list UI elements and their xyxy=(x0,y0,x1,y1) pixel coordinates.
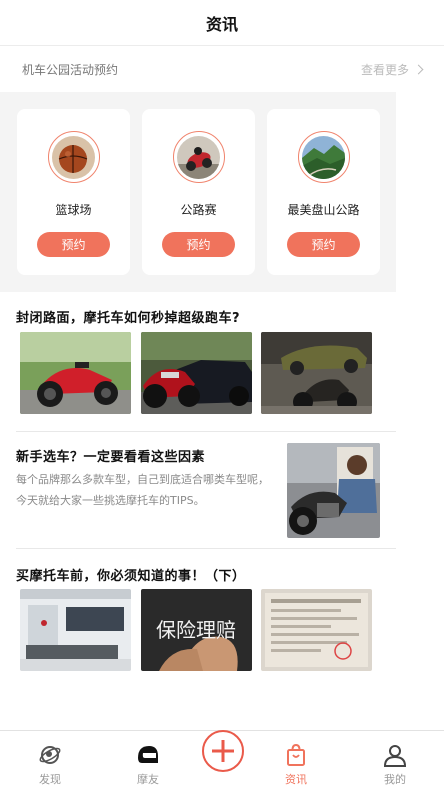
add-post-button[interactable] xyxy=(202,730,244,772)
tab-me[interactable]: 我的 xyxy=(365,731,425,794)
venue-card-mountain-road[interactable]: 最美盘山公路 预约 xyxy=(267,109,380,275)
chevron-right-icon xyxy=(413,64,424,74)
plus-icon xyxy=(212,740,234,762)
venue-avatar-ring xyxy=(47,131,100,183)
article-thumbnail[interactable]: 保险理赔 xyxy=(141,589,252,671)
article-thumbnail[interactable] xyxy=(20,332,131,414)
venue-avatar-ring xyxy=(297,131,350,183)
planet-icon xyxy=(39,746,61,764)
page-title: 资讯 xyxy=(205,14,238,34)
reserve-button[interactable]: 预约 xyxy=(37,232,110,257)
basketball-image xyxy=(52,135,95,179)
divider xyxy=(16,431,396,432)
bag-icon xyxy=(287,743,305,766)
tab-discover[interactable]: 发现 xyxy=(20,731,80,794)
reserve-button[interactable]: 预约 xyxy=(287,232,360,257)
road-race-image xyxy=(177,135,220,179)
tab-label: 发现 xyxy=(39,773,61,786)
tab-label: 资讯 xyxy=(285,773,307,786)
divider xyxy=(16,548,396,549)
thumb-caption: 保险理赔 xyxy=(156,618,236,642)
article-title[interactable]: 新手选车？一定要看看这些因素 xyxy=(16,446,205,465)
article-thumbnail[interactable] xyxy=(141,332,252,414)
venue-card-road-race[interactable]: 公路赛 预约 xyxy=(142,109,255,275)
venue-card-basketball[interactable]: 篮球场 预约 xyxy=(17,109,130,275)
tab-label: 摩友 xyxy=(137,773,159,786)
helmet-icon xyxy=(138,746,158,763)
article-title[interactable]: 封闭路面，摩托车如何秒掉超级跑车? xyxy=(16,307,240,326)
section-label: 机车公园活动预约 xyxy=(22,62,119,77)
venue-cards-panel: 篮球场 预约 公路赛 预约 最美盘山公路 预约 xyxy=(0,92,396,292)
section-header: 机车公园活动预约 查看更多 xyxy=(0,46,444,92)
venue-name: 公路赛 xyxy=(180,203,217,217)
venue-name: 最美盘山公路 xyxy=(287,203,360,217)
article-thumbnail[interactable] xyxy=(261,589,372,671)
article-thumbnail[interactable] xyxy=(20,589,131,671)
article-thumbnail[interactable] xyxy=(287,443,380,538)
see-more-link[interactable]: 查看更多 xyxy=(360,61,424,78)
article-description: 每个品牌那么多款车型，自己到底适合哪类车型呢，今天就给大家一些挑选摩托车的TIP… xyxy=(16,473,269,507)
see-more-label: 查看更多 xyxy=(360,62,409,77)
user-icon xyxy=(383,745,407,767)
reserve-button[interactable]: 预约 xyxy=(162,232,235,257)
tab-riders[interactable]: 摩友 xyxy=(118,731,178,794)
tab-news[interactable]: 资讯 xyxy=(266,731,326,794)
venue-name: 篮球场 xyxy=(55,203,92,217)
article-title[interactable]: 买摩托车前，你必须知道的事！（下） xyxy=(16,565,246,584)
tab-label: 我的 xyxy=(384,773,406,786)
venue-avatar-ring xyxy=(172,131,225,183)
mountain-road-image xyxy=(302,135,345,179)
article-thumbnail[interactable] xyxy=(261,332,372,414)
top-header: 资讯 xyxy=(0,0,444,46)
